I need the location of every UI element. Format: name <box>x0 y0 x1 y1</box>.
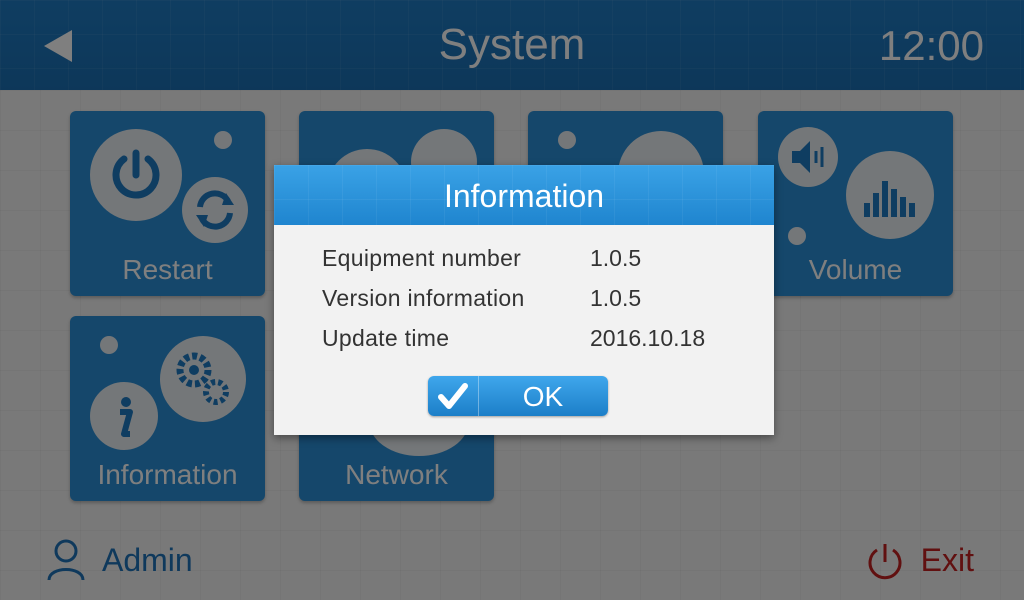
ok-check-area <box>428 376 479 416</box>
info-key: Update time <box>322 325 450 351</box>
info-row: Version information 1.0.5 <box>322 285 742 325</box>
info-row: Equipment number 1.0.5 <box>322 245 742 285</box>
info-value: 1.0.5 <box>590 285 642 311</box>
system-screen: System 12:00 Restart <box>0 0 1024 600</box>
info-value: 2016.10.18 <box>590 325 706 351</box>
info-row: Update time 2016.10.18 <box>322 325 742 365</box>
dialog-title: Information <box>443 178 605 214</box>
info-key: Equipment number <box>322 245 522 271</box>
info-key: Version information <box>322 285 525 311</box>
info-table: Equipment number 1.0.5 Version informati… <box>322 245 742 365</box>
dialog-header: Information <box>274 165 774 225</box>
ok-label: OK <box>522 381 564 412</box>
checkmark-icon <box>438 383 468 409</box>
info-value: 1.0.5 <box>590 245 642 271</box>
ok-button[interactable]: OK <box>428 376 608 416</box>
information-dialog: Information Equipment number 1.0.5 Versi… <box>274 165 774 435</box>
